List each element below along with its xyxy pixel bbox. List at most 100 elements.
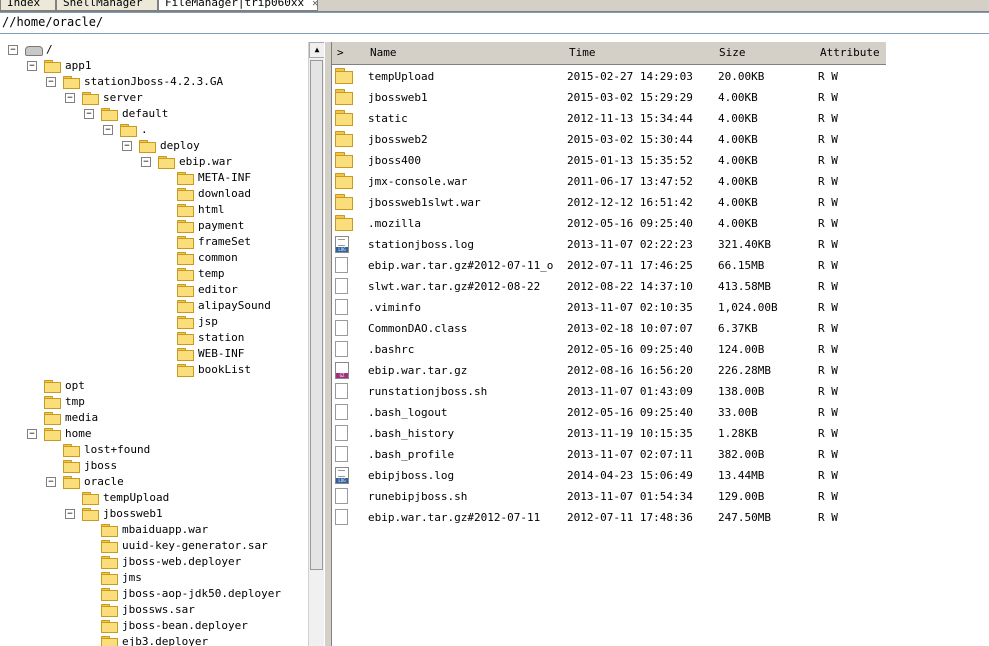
tree-node[interactable]: jboss-aop-jdk50.deployer	[84, 586, 308, 602]
tree-node[interactable]: jsp	[160, 314, 308, 330]
tree-node[interactable]: frameSet	[160, 234, 308, 250]
tree-node[interactable]: − deploy	[122, 138, 308, 154]
tree-node-label: jbossweb1	[103, 507, 163, 520]
collapse-icon[interactable]: −	[84, 109, 94, 119]
collapse-icon[interactable]: −	[65, 509, 75, 519]
tree-node[interactable]: − home	[27, 426, 307, 442]
table-row[interactable]: .mozilla 2012-05-16 09:25:40 4.00KB R W	[332, 213, 989, 234]
table-row[interactable]: tempUpload 2015-02-27 14:29:03 20.00KB R W	[332, 66, 989, 87]
header-time[interactable]: Time	[569, 42, 596, 64]
tree-node[interactable]: − ebip.war	[141, 154, 308, 170]
table-row[interactable]: ebip.war.tar.gz#2012-07-11_o 2012-07-11 1…	[332, 255, 989, 276]
tree-node[interactable]: download	[160, 186, 308, 202]
tab-shell-manager[interactable]: ShellManager	[56, 0, 158, 11]
tree-node[interactable]: jboss-web.deployer	[84, 554, 308, 570]
collapse-icon[interactable]: −	[65, 93, 75, 103]
tree-node[interactable]: common	[160, 250, 308, 266]
tree-node[interactable]: jms	[84, 570, 308, 586]
file-attribute: R W	[818, 112, 838, 125]
folder-icon	[101, 604, 118, 617]
tree-node[interactable]: − app1	[27, 58, 307, 74]
header-name[interactable]: Name	[370, 42, 397, 64]
tree-node[interactable]: META-INF	[160, 170, 308, 186]
file-list: > Name Time Size Attribute tempUpload 201…	[332, 42, 989, 646]
file-size: 4.00KB	[718, 175, 758, 188]
tab-index[interactable]: Index	[0, 0, 56, 11]
table-row[interactable]: .viminfo 2013-11-07 02:10:35 1,024.00B R W	[332, 297, 989, 318]
table-row[interactable]: slwt.war.tar.gz#2012-08-22 2012-08-22 14:…	[332, 276, 989, 297]
tree-node[interactable]: lost+found	[46, 442, 308, 458]
tree-node[interactable]: jboss	[46, 458, 308, 474]
table-row[interactable]: CommonDAO.class 2013-02-18 10:07:07 6.37KB…	[332, 318, 989, 339]
collapse-icon[interactable]: −	[46, 77, 56, 87]
close-icon[interactable]: ✕	[312, 0, 318, 9]
table-row[interactable]: ebip.war.tar.gz 2012-08-16 16:56:20 226.28…	[332, 360, 989, 381]
tree-node[interactable]: − server	[65, 90, 308, 106]
tree-node[interactable]: − oracle	[46, 474, 308, 490]
tree-node[interactable]: html	[160, 202, 308, 218]
collapse-icon[interactable]: −	[8, 45, 18, 55]
table-row[interactable]: .bash_logout 2012-05-16 09:25:40 33.00B R W	[332, 402, 989, 423]
tree-node[interactable]: jbossws.sar	[84, 602, 308, 618]
table-row[interactable]: .bash_profile 2013-11-07 02:07:11 382.00B R…	[332, 444, 989, 465]
tree-node[interactable]: opt	[27, 378, 307, 394]
table-row[interactable]: jmx-console.war 2011-06-17 13:47:52 4.00KB…	[332, 171, 989, 192]
table-row[interactable]: runebipjboss.sh 2013-11-07 01:54:34 129.00…	[332, 486, 989, 507]
table-row[interactable]: .bash_history 2013-11-19 10:15:35 1.28KB R …	[332, 423, 989, 444]
table-row[interactable]: stationjboss.log 2013-11-07 02:22:23 321.4…	[332, 234, 989, 255]
tree-node[interactable]: −.	[103, 122, 308, 138]
tree-node[interactable]: alipaySound	[160, 298, 308, 314]
tree-scrollbar[interactable]: ▲	[308, 42, 325, 646]
collapse-icon[interactable]: −	[46, 477, 56, 487]
tree-node[interactable]: media	[27, 410, 307, 426]
tree-node-label: WEB-INF	[198, 347, 245, 360]
table-row[interactable]: ebip.war.tar.gz#2012-07-11 2012-07-11 17:…	[332, 507, 989, 528]
table-row[interactable]: jboss400 2015-01-13 15:35:52 4.00KB R W	[332, 150, 989, 171]
file-name: jmx-console.war	[368, 175, 468, 188]
tree-node[interactable]: − /	[8, 42, 288, 58]
tree-node[interactable]: tempUpload	[65, 490, 308, 506]
tree-node[interactable]: bookList	[160, 362, 308, 378]
table-row[interactable]: ebipjboss.log 2014-04-23 15:06:49 13.44MB R…	[332, 465, 989, 486]
collapse-icon[interactable]: −	[27, 429, 37, 439]
collapse-icon[interactable]: −	[27, 61, 37, 71]
tree-node[interactable]: − jbossweb1	[65, 506, 308, 522]
tree-node[interactable]: mbaiduapp.war	[84, 522, 308, 538]
tree-node[interactable]: payment	[160, 218, 308, 234]
tree-node[interactable]: − stationJboss-4.2.3.GA	[46, 74, 308, 90]
tree-node-label: jboss	[84, 459, 118, 472]
chevron-right-icon[interactable]: >	[337, 42, 344, 64]
table-row[interactable]: jbossweb1slwt.war 2012-12-12 16:51:42 4.00…	[332, 192, 989, 213]
tree-node[interactable]: WEB-INF	[160, 346, 308, 362]
table-row[interactable]: jbossweb2 2015-03-02 15:30:44 4.00KB R W	[332, 129, 989, 150]
file-time: 2013-11-07 01:54:34	[567, 490, 693, 503]
header-attribute[interactable]: Attribute	[820, 42, 880, 64]
path-input[interactable]	[0, 13, 984, 31]
tree-node[interactable]: tmp	[27, 394, 307, 410]
folder-icon	[82, 508, 99, 521]
tree-node[interactable]: jboss-bean.deployer	[84, 618, 308, 634]
tree-node[interactable]: editor	[160, 282, 308, 298]
tree-node[interactable]: temp	[160, 266, 308, 282]
file-size: 1.28KB	[718, 427, 758, 440]
tree-node[interactable]: station	[160, 330, 308, 346]
table-row[interactable]: jbossweb1 2015-03-02 15:29:29 4.00KB R W	[332, 87, 989, 108]
tree-node[interactable]: uuid-key-generator.sar	[84, 538, 308, 554]
collapse-icon[interactable]: −	[103, 125, 113, 135]
pane-splitter[interactable]	[324, 42, 332, 646]
tab-file-manager[interactable]: FileManager|trip060xx ✕	[158, 0, 318, 11]
folder-icon	[63, 476, 80, 489]
table-row[interactable]: static 2012-11-13 15:34:44 4.00KB R W	[332, 108, 989, 129]
collapse-icon[interactable]: −	[122, 141, 132, 151]
file-icon	[335, 425, 348, 441]
header-size[interactable]: Size	[719, 42, 746, 64]
file-time: 2012-05-16 09:25:40	[567, 343, 693, 356]
log-file-icon	[335, 467, 349, 484]
collapse-icon[interactable]: −	[141, 157, 151, 167]
table-row[interactable]: .bashrc 2012-05-16 09:25:40 124.00B R W	[332, 339, 989, 360]
scroll-up-icon[interactable]: ▲	[309, 42, 325, 58]
tree-node[interactable]: ejb3.deployer	[84, 634, 308, 646]
scroll-thumb[interactable]	[310, 60, 323, 570]
tree-node[interactable]: − default	[84, 106, 308, 122]
table-row[interactable]: runstationjboss.sh 2013-11-07 01:43:09 138…	[332, 381, 989, 402]
